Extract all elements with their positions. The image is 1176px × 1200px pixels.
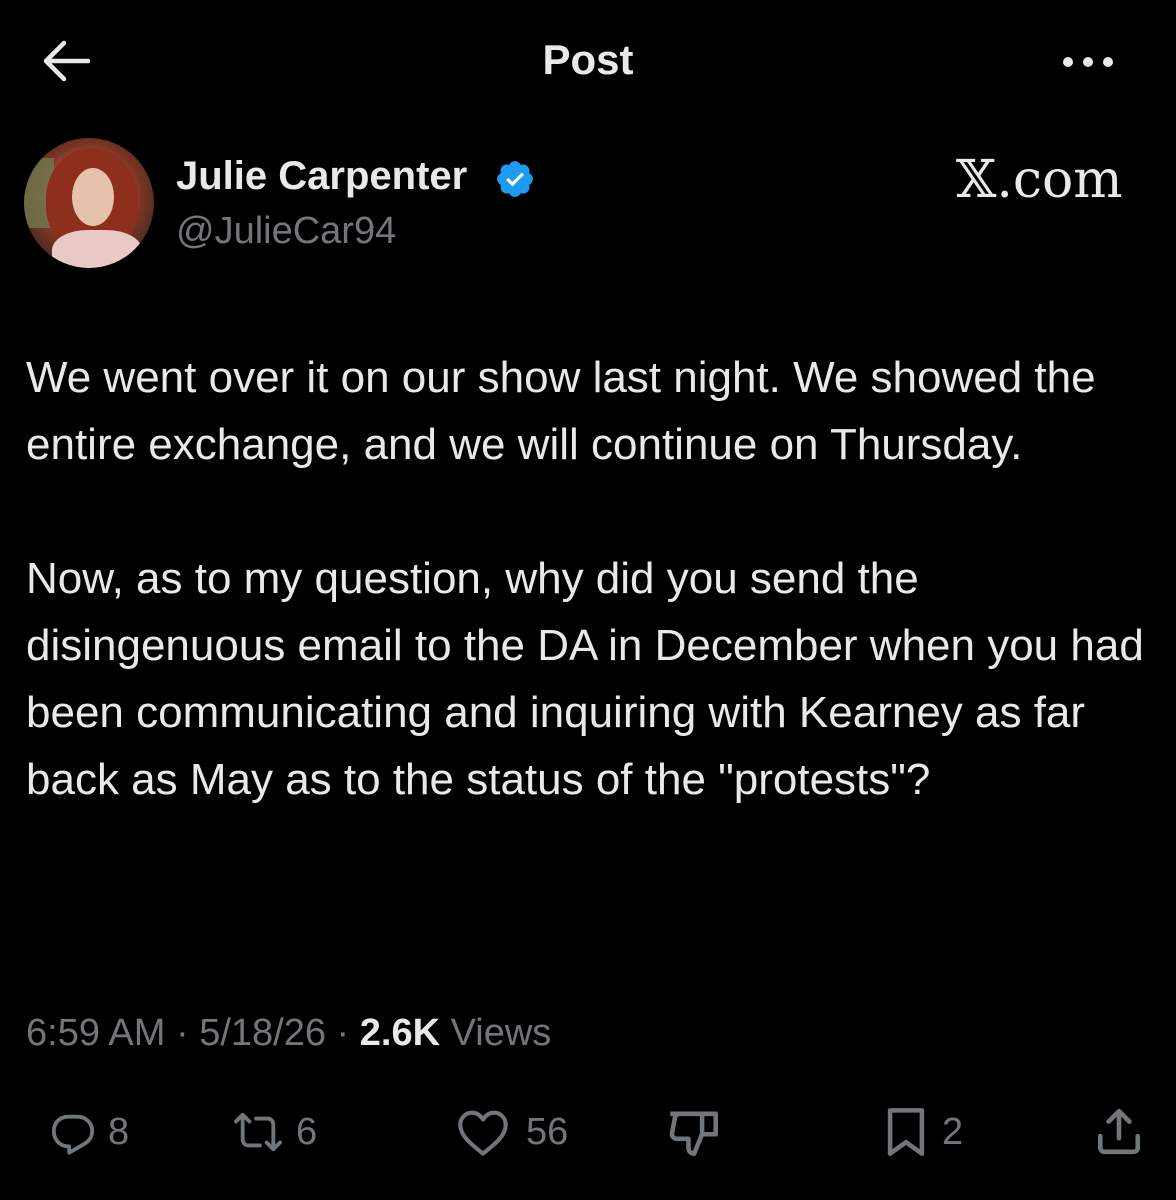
action-bar: 8 6 56 2 [0,1100,1176,1164]
repost-button[interactable]: 6 [232,1100,317,1164]
post-text: We went over it on our show last night. … [26,344,1156,813]
verified-badge-icon [497,161,533,197]
author-display-name[interactable]: Julie Carpenter [176,154,467,199]
reply-icon [51,1114,95,1155]
share-icon [1097,1108,1141,1155]
repost-count: 6 [296,1110,318,1153]
thumbs-down-icon [669,1111,718,1156]
like-count: 56 [526,1110,569,1153]
post-metadata: 6:59 AM · 5/18/26 · 2.6K Views [26,1012,551,1055]
post-paragraph: Now, as to my question, why did you send… [26,554,1144,804]
meta-separator: · [165,1012,200,1054]
reply-button[interactable]: 8 [50,1100,129,1164]
x-com-watermark: 𝕏.com [956,150,1123,210]
page-title: Post [542,36,634,83]
author-avatar[interactable] [24,138,154,268]
repost-icon [234,1112,282,1152]
bookmark-count: 2 [942,1110,964,1153]
post-paragraph: We went over it on our show last night. … [26,353,1096,469]
bookmark-button[interactable]: 2 [882,1100,963,1164]
dislike-button[interactable] [664,1100,722,1164]
post-time[interactable]: 6:59 AM [26,1012,165,1054]
views-label: Views [440,1012,552,1054]
like-button[interactable]: 56 [452,1100,568,1164]
post-date[interactable]: 5/18/26 [199,1012,326,1054]
views-count: 2.6K [359,1012,441,1054]
share-button[interactable] [1094,1100,1144,1164]
reply-count: 8 [108,1110,130,1153]
heart-icon [458,1110,508,1156]
more-horizontal-icon [1063,57,1113,67]
meta-separator: · [326,1012,360,1054]
author-handle[interactable]: @JulieCar94 [176,210,396,253]
bookmark-icon [887,1108,925,1156]
top-bar: Post [0,0,1176,120]
more-options-button[interactable] [1058,48,1118,76]
